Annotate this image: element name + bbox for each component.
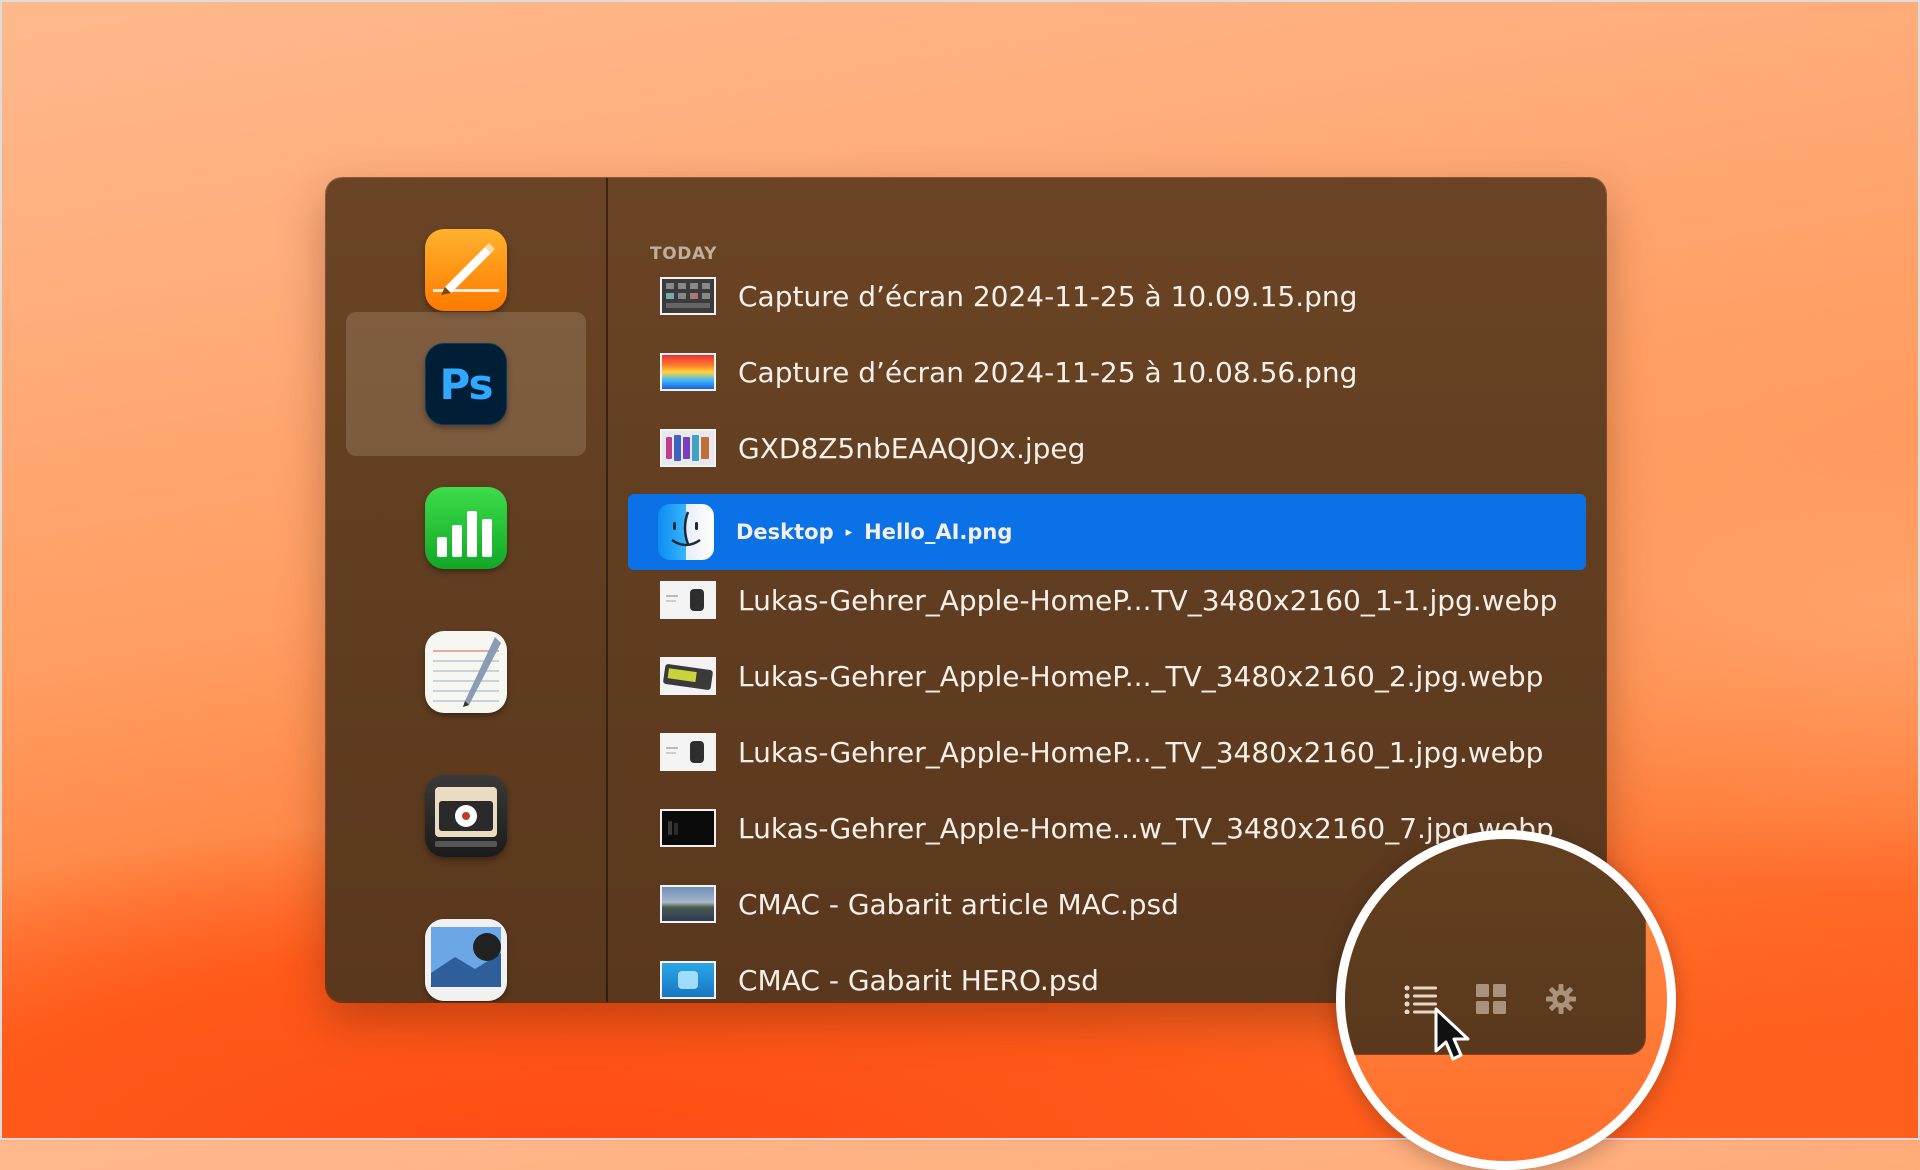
sidebar-app-textedit[interactable] [346,600,586,744]
mouse-cursor-icon [1434,1007,1470,1061]
file-name: Lukas-Gehrer_Apple-HomeP..._TV_3480x2160… [738,659,1544,693]
sidebar-app-preview[interactable] [346,888,586,1002]
numbers-icon [425,487,507,569]
magnified-window-corner [1345,839,1645,1061]
path-separator-icon: ▸ [845,524,853,540]
homepod-thumb [660,581,716,619]
file-row[interactable]: GXD8Z5nbEAAQJOx.jpeg [628,410,1586,486]
toolbar-magnifier-callout [1336,830,1676,1170]
file-folder-name: Desktop [736,520,834,544]
app-sidebar: Ps [326,178,608,1002]
file-name: CMAC - Gabarit HERO.psd [738,963,1099,997]
file-name: GXD8Z5nbEAAQJOx.jpeg [738,431,1086,465]
preview-icon [425,919,507,1001]
file-name: CMAC - Gabarit article MAC.psd [738,887,1179,921]
file-row[interactable]: Lukas-Gehrer_Apple-HomeP...TV_3480x2160_… [628,562,1586,638]
file-name: Capture d’écran 2024-11-25 à 10.08.56.pn… [738,355,1358,389]
screenshot-thumb [660,277,716,315]
hero-thumb [660,961,716,999]
sidebar-app-numbers[interactable] [346,456,586,600]
homepod-thumb [660,733,716,771]
file-row[interactable]: Capture d’écran 2024-11-25 à 10.09.15.pn… [628,258,1586,334]
sidebar-app-dvd-player[interactable] [346,744,586,888]
rainbow-thumb [660,353,716,391]
photoshop-icon-label: Ps [439,359,493,409]
landscape-thumb [660,885,716,923]
phones-thumb [660,429,716,467]
sidebar-app-photoshop[interactable]: Ps [346,312,586,456]
dvd-player-icon [425,775,507,857]
file-row[interactable]: Lukas-Gehrer_Apple-HomeP..._TV_3480x2160… [628,714,1586,790]
pages-icon [425,229,507,311]
file-row-selected[interactable]: Desktop ▸ Hello_AI.png [628,494,1586,570]
dark-thumb [660,809,716,847]
homepod-green-thumb [660,657,716,695]
finder-icon [658,504,714,560]
settings-button[interactable] [1541,979,1581,1019]
photoshop-icon: Ps [425,343,507,425]
file-name: Hello_AI.png [864,520,1013,544]
grid-view-icon [1476,984,1506,1014]
file-row[interactable]: Capture d’écran 2024-11-25 à 10.08.56.pn… [628,334,1586,410]
gear-icon [1546,984,1576,1014]
textedit-icon [425,631,507,713]
file-row[interactable]: Lukas-Gehrer_Apple-HomeP..._TV_3480x2160… [628,638,1586,714]
file-name: Lukas-Gehrer_Apple-HomeP...TV_3480x2160_… [738,583,1558,617]
file-name: Lukas-Gehrer_Apple-HomeP..._TV_3480x2160… [738,735,1544,769]
grid-view-button[interactable] [1471,979,1511,1019]
file-name: Capture d’écran 2024-11-25 à 10.09.15.pn… [738,279,1358,313]
